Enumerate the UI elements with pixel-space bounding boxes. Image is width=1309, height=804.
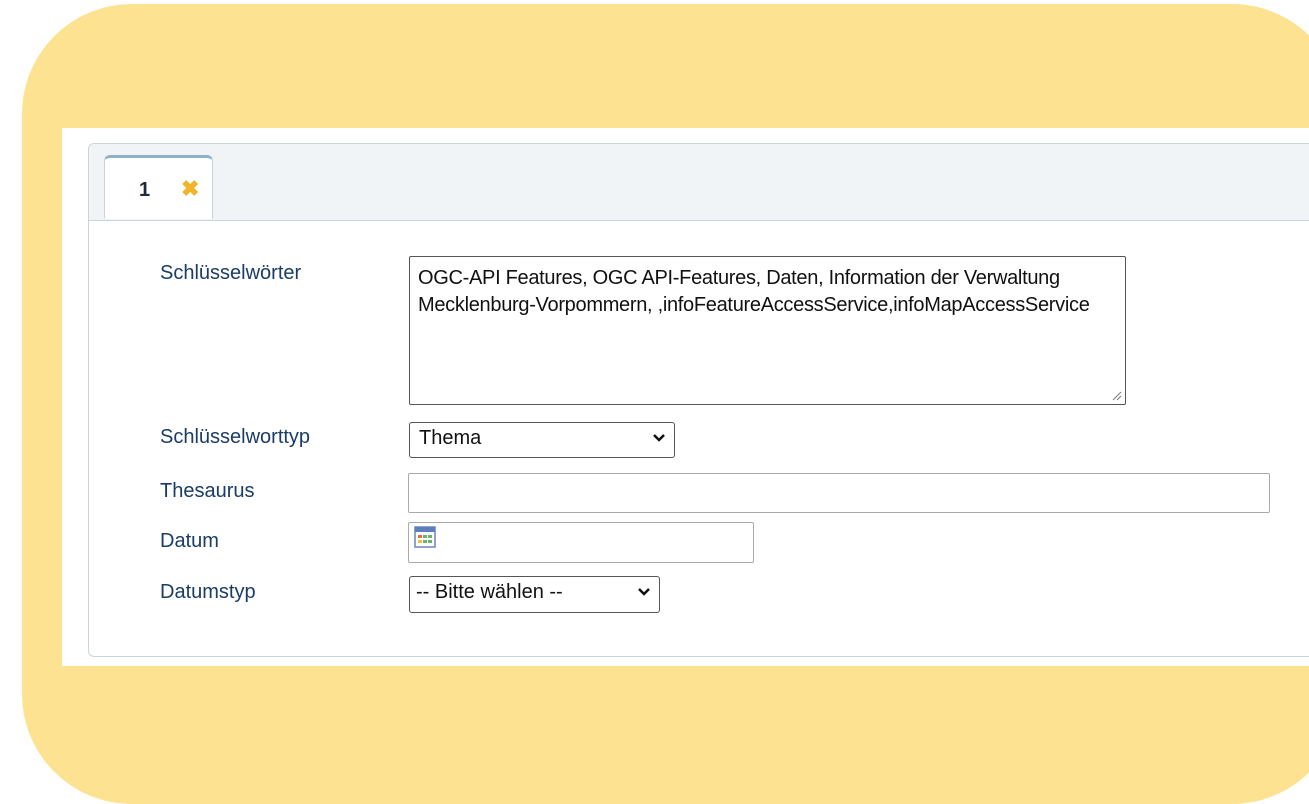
keyword-type-label: Schlüsselworttyp xyxy=(160,426,311,448)
resize-grip-icon[interactable] xyxy=(1110,389,1122,401)
date-type-select[interactable]: -- Bitte wählen -- xyxy=(409,576,660,613)
keyword-type-select[interactable]: Thema xyxy=(409,422,675,458)
tab-bar: 1 ✖ xyxy=(89,144,1309,221)
thesaurus-input[interactable] xyxy=(408,473,1270,513)
keyword-type-value: Thema xyxy=(419,427,482,449)
tab-label: 1 xyxy=(139,179,151,201)
keywords-text: OGC-API Features, OGC API-Features, Date… xyxy=(418,267,1090,316)
date-label: Datum xyxy=(160,530,219,552)
chevron-down-icon xyxy=(653,434,665,442)
date-type-label: Datumstyp xyxy=(160,581,256,603)
chevron-down-icon xyxy=(638,588,650,596)
date-type-value: -- Bitte wählen -- xyxy=(416,581,563,603)
keywords-textarea[interactable]: OGC-API Features, OGC API-Features, Date… xyxy=(409,256,1126,405)
calendar-icon[interactable] xyxy=(414,526,436,548)
thesaurus-label: Thesaurus xyxy=(160,480,255,502)
keywords-label: Schlüsselwörter xyxy=(160,262,302,284)
date-input[interactable] xyxy=(408,522,754,563)
tab-1[interactable]: 1 ✖ xyxy=(104,155,213,219)
close-icon[interactable]: ✖ xyxy=(181,176,199,202)
